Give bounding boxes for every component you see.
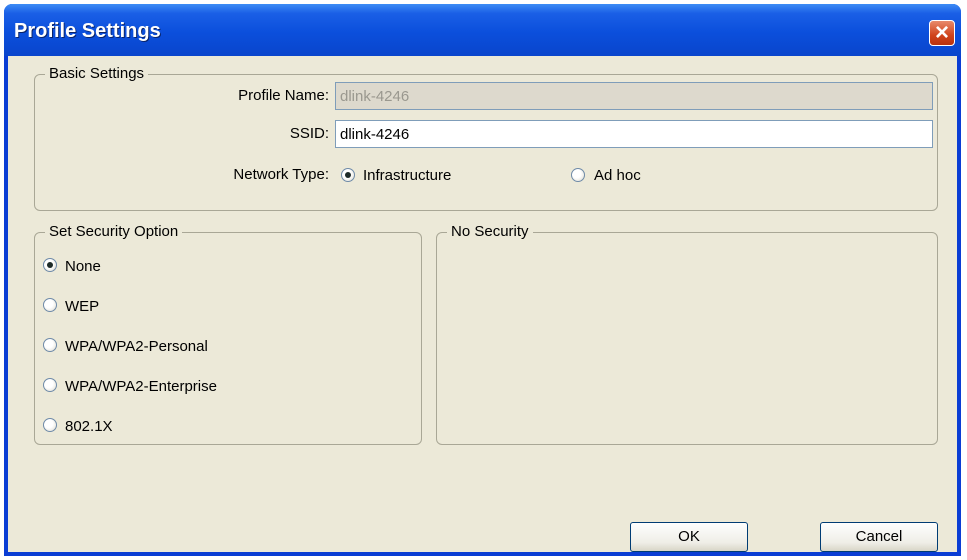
infrastructure-label[interactable]: Infrastructure	[363, 167, 451, 185]
ssid-field[interactable]	[335, 120, 933, 148]
security-wpa-personal-radio[interactable]	[43, 338, 57, 352]
basic-settings-group: Basic Settings Profile Name: SSID: Netwo…	[34, 65, 938, 211]
ssid-label: SSID:	[289, 125, 329, 142]
security-detail-legend: No Security	[447, 223, 533, 241]
basic-settings-legend: Basic Settings	[45, 65, 149, 83]
cancel-button[interactable]: Cancel	[820, 522, 938, 552]
close-icon: ×	[934, 19, 949, 46]
ad-hoc-label[interactable]: Ad hoc	[594, 167, 641, 185]
security-wpa-enterprise-radio[interactable]	[43, 378, 57, 392]
security-8021x-radio[interactable]	[43, 418, 57, 432]
infrastructure-radio[interactable]	[341, 168, 355, 182]
profile-name-label: Profile Name:	[238, 87, 329, 104]
profile-settings-dialog: Profile Settings × Basic Settings Profil…	[4, 4, 961, 556]
ok-button[interactable]: OK	[630, 522, 748, 552]
title-bar[interactable]: Profile Settings ×	[4, 4, 961, 56]
network-type-label: Network Type:	[233, 166, 329, 183]
window-title: Profile Settings	[14, 20, 161, 42]
ad-hoc-radio[interactable]	[571, 168, 585, 182]
dialog-body: Basic Settings Profile Name: SSID: Netwo…	[8, 56, 957, 552]
close-button[interactable]: ×	[929, 19, 955, 46]
security-none-radio[interactable]	[43, 258, 57, 272]
security-option-group: Set Security Option None WEP WPA/WPA2-Pe…	[34, 223, 422, 445]
profile-name-field	[335, 82, 933, 110]
security-wep-radio[interactable]	[43, 298, 57, 312]
security-8021x-label[interactable]: 802.1X	[65, 418, 113, 436]
security-wep-label[interactable]: WEP	[65, 298, 99, 316]
security-wpa-enterprise-label[interactable]: WPA/WPA2-Enterprise	[65, 378, 217, 396]
security-option-legend: Set Security Option	[45, 223, 183, 241]
security-wpa-personal-label[interactable]: WPA/WPA2-Personal	[65, 338, 208, 356]
security-detail-group: No Security	[436, 223, 938, 445]
security-none-label[interactable]: None	[65, 258, 101, 276]
